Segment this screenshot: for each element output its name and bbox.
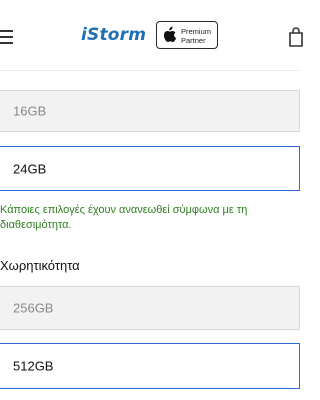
apple-premium-partner-badge: Premium Partner xyxy=(156,21,218,49)
option-label: 24GB xyxy=(13,161,47,176)
option-label: 512GB xyxy=(13,358,54,374)
storage-option-512gb[interactable]: 512GB xyxy=(0,343,300,389)
apple-logo-icon xyxy=(163,26,177,42)
memory-option-24gb[interactable]: 24GB xyxy=(0,146,300,191)
availability-notice: Κάποιες επιλογές έχουν ανανεωθεί σύμφωνα… xyxy=(0,204,248,231)
option-label: 256GB xyxy=(13,300,54,316)
hamburger-menu-icon[interactable] xyxy=(0,28,14,46)
site-header: iStorm Premium Partner xyxy=(0,0,303,71)
storage-option-256gb[interactable]: 256GB xyxy=(0,286,300,330)
storage-section-title: Χωρητικότητα xyxy=(0,258,80,273)
partner-line-2: Partner xyxy=(181,36,206,45)
memory-option-16gb[interactable]: 16GB xyxy=(0,90,300,132)
option-label: 16GB xyxy=(13,103,47,119)
shopping-bag-icon[interactable] xyxy=(288,27,304,47)
partner-line-1: Premium xyxy=(181,27,212,36)
istorm-logo[interactable]: iStorm xyxy=(81,25,146,45)
